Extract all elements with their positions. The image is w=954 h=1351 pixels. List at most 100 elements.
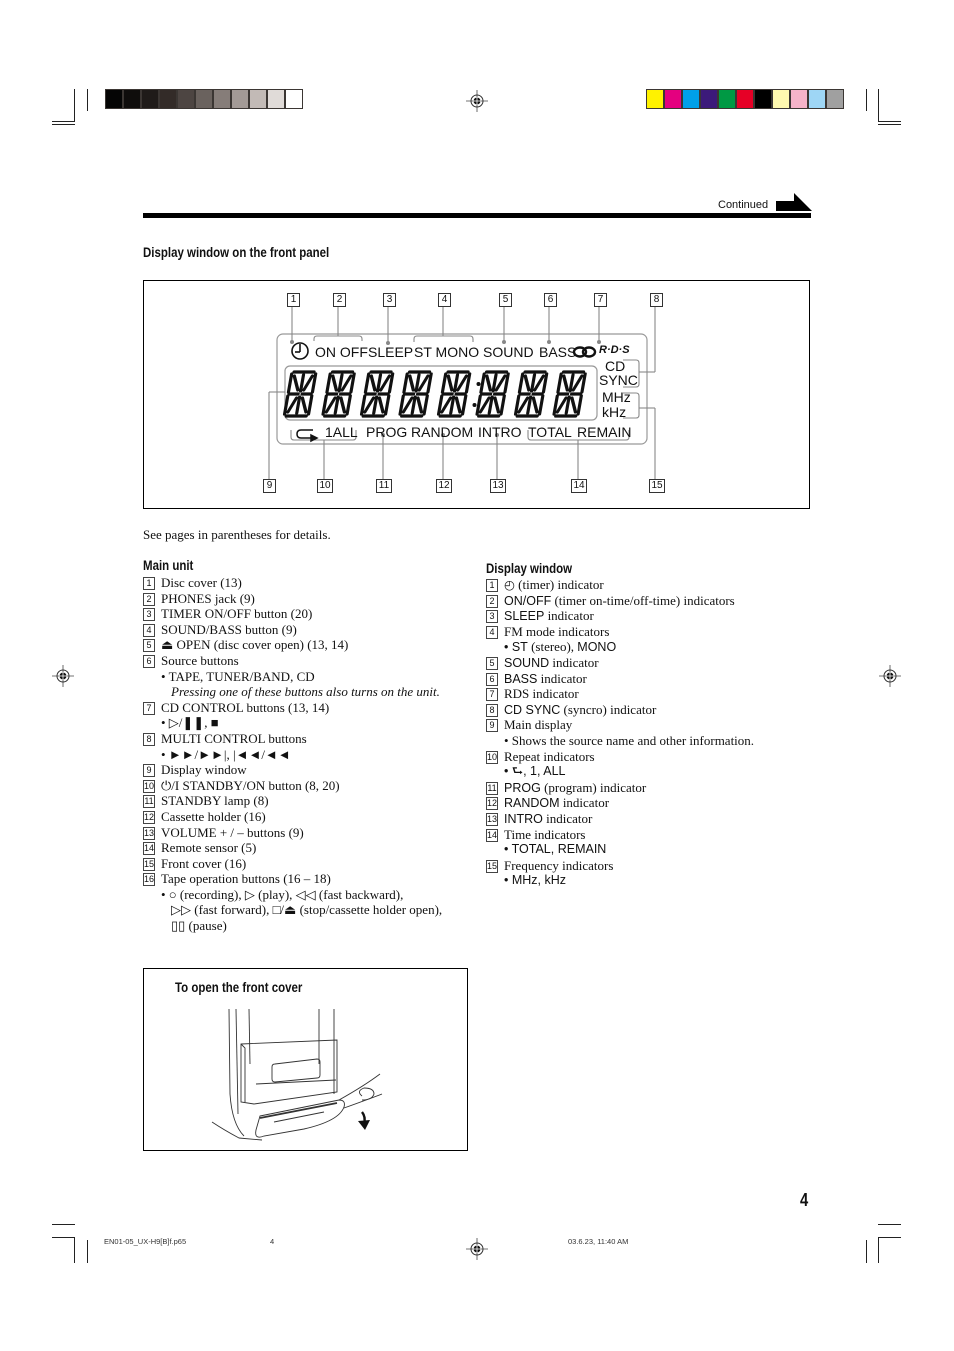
list-item: 1 Disc cover (13)	[143, 575, 442, 591]
list-item: 12 Cassette holder (16)	[143, 809, 442, 825]
color-swatch	[178, 90, 194, 108]
item-label: Main display	[504, 717, 573, 733]
item-label: indicator	[549, 654, 599, 670]
item-number-badge: 1	[486, 579, 498, 592]
list-item: 13 VOLUME + / – buttons (9)	[143, 825, 442, 841]
item-label: Source buttons	[161, 652, 239, 668]
lcd-digit	[513, 370, 549, 418]
sound-indicator: SOUND	[483, 344, 534, 360]
item-label: VOLUME + / – buttons (9)	[161, 824, 304, 840]
item-number-badge: 14	[486, 828, 498, 842]
list-item: 16 Tape operation buttons (16 – 18)	[143, 871, 442, 887]
item-label: SOUND/BASS button (9)	[161, 621, 297, 637]
callout-number: 11	[376, 479, 392, 493]
item-label: ⏏ OPEN (disc cover open) (13, 14)	[161, 637, 349, 653]
item-label: Display window	[161, 762, 247, 778]
callout-number: 1	[287, 293, 300, 307]
continued-arrow-icon	[776, 193, 812, 211]
color-swatch	[773, 90, 789, 108]
registration-mark-icon	[52, 665, 74, 687]
one-all-indicator: 1ALL	[325, 424, 358, 440]
item-number-badge: 3	[486, 610, 498, 624]
item-number-badge: 14	[143, 842, 155, 856]
list-item: 3 TIMER ON/OFF button (20)	[143, 606, 442, 622]
item-label: Time indicators	[504, 826, 586, 842]
lcd-digit	[475, 370, 510, 418]
item-number-badge: 8	[143, 732, 155, 746]
list-item: 9 Display window	[143, 762, 442, 778]
grayscale-calibration-bar	[105, 89, 303, 109]
list-subitem: • ⮑, 1, ALL	[504, 764, 566, 779]
item-number-badge: 13	[143, 826, 155, 840]
lcd-illustration	[268, 307, 656, 480]
list-subitem: • ST (stereo), MONO	[486, 639, 754, 655]
indicator-name: SOUND	[504, 655, 550, 670]
color-swatch	[701, 90, 717, 108]
list-item: 9 Main display	[486, 717, 754, 733]
header-rule	[143, 213, 811, 218]
remain-indicator: REMAIN	[577, 424, 632, 440]
item-label: Cassette holder (16)	[161, 808, 266, 824]
indicator-name: INTRO	[504, 811, 543, 826]
item-number-badge: 2	[143, 592, 155, 606]
list-item: 15 Frequency indicators	[486, 858, 754, 874]
front-cover-title: To open the front cover	[175, 979, 303, 995]
sleep-indicator: SLEEP	[368, 344, 414, 360]
main-unit-list: 1 Disc cover (13) 2 PHONES jack (9) 3 TIMER O…	[143, 575, 442, 934]
color-swatch	[683, 90, 699, 108]
list-item: 4 SOUND/BASS button (9)	[143, 622, 442, 638]
color-swatch	[791, 90, 807, 108]
list-subitem: • TAPE, TUNER/BAND, CD	[161, 668, 315, 684]
front-cover-box: To open the front cover	[143, 968, 468, 1151]
item-label: (syncro) indicator	[560, 701, 657, 717]
indicator-name: • ST	[504, 640, 528, 655]
lcd-digit	[552, 370, 587, 418]
item-label: Tape operation buttons (16 – 18)	[161, 871, 331, 887]
color-calibration-bar	[646, 89, 844, 109]
display-window-diagram: 1 2 3 4 5 6 7 8 9 10 11 12 13 14 15 ON O…	[143, 280, 810, 509]
item-number-badge: 2	[486, 594, 498, 608]
item-label: ⏻/I STANDBY/ON button (8, 20)	[161, 777, 340, 793]
repeat-icon	[296, 429, 319, 443]
item-label: (program) indicator	[540, 779, 647, 795]
rds-indicator: R·D·S	[599, 344, 630, 356]
list-item: 1 ◴ (timer) indicator	[486, 577, 754, 593]
list-subitem: • MHz, kHz	[504, 873, 567, 888]
item-label: PHONES jack (9)	[161, 590, 255, 606]
item-label: RDS indicator	[504, 686, 579, 702]
item-number-badge: 9	[486, 719, 498, 733]
callout-number: 15	[649, 479, 665, 493]
list-subitem: ▷▷ (fast forward), □/⏏ (stop/cassette ho…	[171, 902, 443, 918]
item-label: Front cover (16)	[161, 855, 247, 871]
color-swatch	[647, 90, 663, 108]
indicator-name: SLEEP	[504, 609, 545, 624]
list-item: 3 SLEEP indicator	[486, 608, 754, 624]
item-number-badge: 6	[486, 672, 498, 686]
color-swatch	[719, 90, 735, 108]
list-item: 7 CD CONTROL buttons (13, 14)	[143, 700, 442, 716]
lcd-digit	[282, 370, 318, 418]
color-swatch	[106, 90, 122, 108]
lcd-colon-dot	[476, 382, 481, 386]
list-item: 6 BASS indicator	[486, 671, 754, 687]
item-number-badge: 6	[143, 654, 155, 668]
callout-number: 14	[571, 479, 587, 493]
callout-number: 8	[650, 293, 663, 307]
indicator-name: CD SYNC	[504, 702, 561, 717]
list-item: 13 INTRO indicator	[486, 811, 754, 827]
item-label: indicator	[542, 810, 593, 826]
footer-page: 4	[270, 1237, 275, 1246]
list-subitem: • Shows the source name and other inform…	[504, 732, 755, 748]
color-swatch	[232, 90, 248, 108]
color-swatch	[809, 90, 825, 108]
item-number-badge: 15	[486, 859, 498, 873]
color-swatch	[286, 90, 302, 108]
item-number-badge: 3	[143, 608, 155, 622]
color-swatch	[124, 90, 140, 108]
list-item: 10 ⏻/I STANDBY/ON button (8, 20)	[143, 778, 442, 794]
color-swatch	[142, 90, 158, 108]
item-number-badge: 10	[486, 750, 498, 764]
item-number-badge: 11	[143, 795, 155, 809]
item-number-badge: 16	[143, 873, 155, 887]
item-label: Repeat indicators	[504, 748, 595, 764]
